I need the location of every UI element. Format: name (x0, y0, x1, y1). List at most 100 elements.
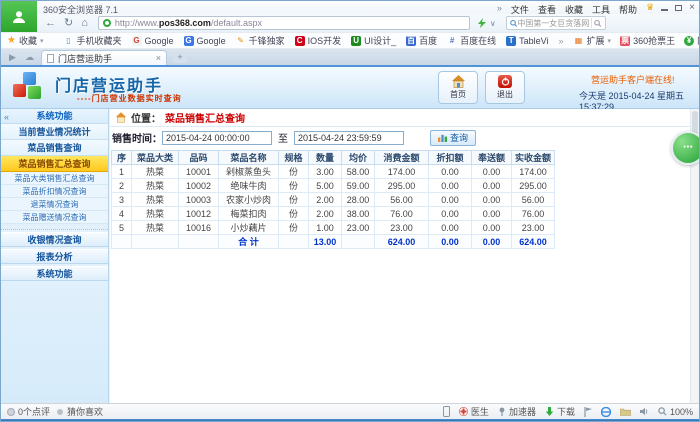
bookmark-item[interactable]: ▯手机收藏夹 (64, 34, 122, 47)
bookmark-item[interactable]: GGoogle (132, 36, 174, 46)
extension-item[interactable]: ¥网银▾ (684, 34, 699, 47)
speaker-icon[interactable] (640, 407, 649, 416)
cell: 1.00 (309, 221, 342, 235)
sidebar-item[interactable]: 菜品赠送情况查询 (1, 211, 108, 224)
query-button[interactable]: 查询 (430, 130, 476, 146)
url-domain: pos368.com (159, 18, 211, 28)
sidebar-item[interactable]: 当前营业情况统计 (1, 124, 108, 140)
bookmark-item-label: IOS开发 (308, 34, 342, 47)
totals-cell (342, 235, 375, 249)
back-icon[interactable]: ← (45, 16, 56, 30)
sidebar-item[interactable]: 菜品销售汇总查询 (1, 156, 108, 172)
bookmark-item[interactable]: CIOS开发 (295, 34, 342, 47)
guess-you-like[interactable]: 猜你喜欢 (56, 405, 103, 418)
customer-service-float-button[interactable]: ⋯ (671, 131, 700, 165)
cell: 热菜 (132, 221, 179, 235)
extension-item[interactable]: ▦扩展▾ (574, 34, 612, 47)
refresh-icon[interactable]: ↻ (64, 16, 73, 30)
c-language-icon: C (295, 36, 305, 46)
cell: 56.00 (375, 193, 429, 207)
user-avatar[interactable] (1, 1, 37, 32)
table-row: 3热菜10003农家小炒肉份2.0028.0056.000.000.0056.0… (112, 193, 555, 207)
date-from-input[interactable] (162, 131, 272, 145)
restore-icon[interactable] (675, 5, 682, 11)
site-safety-icon (103, 19, 111, 27)
collapse-sidebar-icon[interactable]: « (4, 112, 9, 122)
new-tab-button[interactable]: + (173, 52, 187, 63)
table-row: 5热菜10016小炒藕片份1.0023.0023.000.000.0023.00 (112, 221, 555, 235)
home-page-button[interactable]: 首页 (438, 71, 478, 104)
cell: 0.00 (472, 221, 512, 235)
bookmarks-overflow-icon[interactable]: » (559, 36, 564, 46)
sidebar-item[interactable]: 菜品销售查询 (1, 140, 108, 156)
site-reviews[interactable]: 0个点评 (7, 405, 50, 418)
column-header: 菜品大类 (132, 151, 179, 165)
sidebar-item[interactable]: 收银情况查询 (1, 232, 108, 247)
navigation-bar: ← ↻ ⌂ http://www.pos368.com/default.aspx… (37, 14, 699, 32)
favorites-button[interactable]: ★ 收藏 ▾ (7, 34, 44, 47)
pin-icon (498, 407, 506, 416)
cell: 174.00 (375, 165, 429, 179)
flag-icon[interactable] (584, 407, 592, 417)
browser-mode-switch[interactable]: ∨ (478, 18, 496, 28)
member-crown-icon[interactable]: ♛ (646, 3, 654, 12)
sidebar-item[interactable]: 系统功能 (1, 266, 108, 281)
doctor-tool[interactable]: 医生 (459, 405, 489, 418)
folder-icon[interactable] (620, 407, 631, 416)
extension-item-label: 扩展 (587, 34, 605, 47)
totals-cell: 13.00 (309, 235, 342, 249)
bookmark-item[interactable]: ✎千锋独家 (236, 34, 285, 47)
filter-row: 销售时间： 至 查询 (110, 127, 699, 148)
bookmark-item[interactable]: UUI设计_ (351, 34, 396, 47)
search-box[interactable] (506, 16, 606, 30)
sidebar-item[interactable]: 菜品折扣情况查询 (1, 185, 108, 198)
bookmarks-bar: ★ 收藏 ▾ ▯手机收藏夹 GGoogle GGoogle ✎千锋独家 CIOS开发 UU… (1, 32, 699, 49)
session-restore-icon[interactable]: ▶ (9, 52, 16, 63)
sidebar: « 系统功能当前营业情况统计菜品销售查询菜品销售汇总查询菜品大类销售汇总查询菜品… (1, 109, 109, 403)
date-to-input[interactable] (294, 131, 404, 145)
mobile-favorites-icon: ▯ (64, 36, 74, 46)
cell: 农家小炒肉 (219, 193, 279, 207)
cell: 295.00 (375, 179, 429, 193)
booster-tool[interactable]: 加速器 (498, 405, 536, 418)
search-go-icon[interactable] (594, 19, 602, 28)
url-prefix: http://www. (115, 18, 159, 28)
home-icon[interactable]: ⌂ (81, 16, 88, 30)
column-header: 奉送额 (472, 151, 512, 165)
cell: 23.00 (342, 221, 375, 235)
cell: 3.00 (309, 165, 342, 179)
extension-item[interactable]: 票360抢票王 (620, 34, 675, 47)
sidebar-item[interactable]: 报表分析 (1, 249, 108, 264)
sidebar-item[interactable]: 菜品大类销售汇总查询 (1, 172, 108, 185)
cell: 0.00 (472, 193, 512, 207)
google-grid-icon: G (132, 36, 142, 46)
cell: 38.00 (342, 207, 375, 221)
zoom-control[interactable]: 100% (658, 407, 693, 417)
cloud-sync-icon[interactable]: ☁ (25, 52, 34, 63)
minimize-icon[interactable] (661, 9, 668, 11)
cell: 10016 (179, 221, 219, 235)
cell: 10002 (179, 179, 219, 193)
ie-browser-icon[interactable] (601, 407, 611, 417)
bookmark-item[interactable]: TTableVi (506, 36, 548, 46)
totals-cell: 624.00 (512, 235, 555, 249)
bookmark-item[interactable]: 百百度 (406, 34, 437, 47)
sales-summary-table: 序菜品大类品码菜品名称规格数量均价消费金额折扣额奉送额实收金额 1热菜10001… (111, 150, 555, 249)
medical-cross-icon (459, 407, 468, 416)
cell: 4 (112, 207, 132, 221)
bookmark-item[interactable]: #百度在线 (447, 34, 496, 47)
search-input[interactable] (517, 19, 589, 28)
address-bar[interactable]: http://www.pos368.com/default.aspx (98, 16, 470, 30)
close-icon[interactable]: × (689, 3, 695, 13)
phone-icon[interactable] (443, 406, 450, 417)
download-tool[interactable]: 下载 (545, 405, 575, 418)
sidebar-item[interactable]: 系统功能 (1, 109, 108, 124)
breadcrumb-current: 菜品销售汇总查询 (165, 110, 245, 125)
cell: 10012 (179, 207, 219, 221)
baidu-icon: 百 (406, 36, 416, 46)
sidebar-item[interactable]: 退菜情况查询 (1, 198, 108, 211)
exit-button[interactable]: 退出 (485, 71, 525, 104)
bookmark-item[interactable]: GGoogle (184, 36, 226, 46)
tab-close-icon[interactable]: × (156, 53, 161, 63)
tab-store-assistant[interactable]: 门店营运助手 × (41, 50, 167, 65)
